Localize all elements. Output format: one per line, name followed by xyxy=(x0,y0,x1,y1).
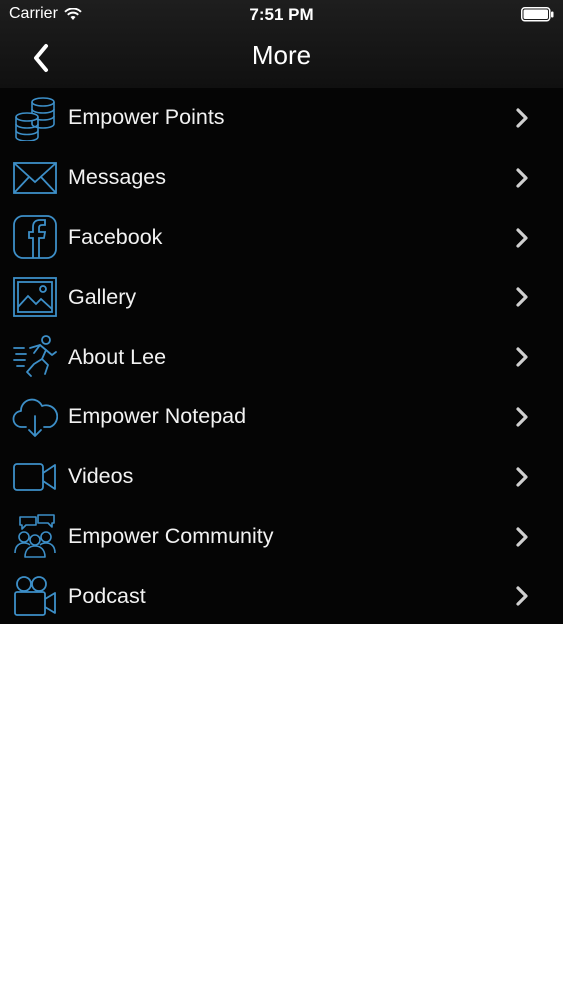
video-camera-icon xyxy=(12,454,58,500)
chevron-right-icon xyxy=(516,407,528,427)
header: Carrier 7:51 PM More xyxy=(0,0,563,88)
menu-item-label: Messages xyxy=(68,165,166,190)
chevron-right-icon xyxy=(516,467,528,487)
page-title: More xyxy=(251,40,312,70)
more-menu-list: Empower Points Messages Facebook Gallery… xyxy=(0,88,563,626)
menu-item-empower-notepad[interactable]: Empower Notepad xyxy=(0,387,563,447)
menu-item-label: Empower Notepad xyxy=(68,404,247,429)
more-screen: Carrier 7:51 PM More Empower Points Mess… xyxy=(0,0,563,624)
menu-item-facebook[interactable]: Facebook xyxy=(0,208,563,268)
coins-stack-icon xyxy=(12,95,58,141)
menu-item-label: Empower Points xyxy=(68,105,225,130)
chevron-right-icon xyxy=(516,108,528,128)
running-person-icon xyxy=(12,334,58,380)
cloud-download-icon xyxy=(12,394,58,440)
menu-item-empower-points[interactable]: Empower Points xyxy=(0,88,563,148)
menu-item-empower-community[interactable]: Empower Community xyxy=(0,507,563,567)
nav-bar: More xyxy=(0,30,563,88)
chevron-right-icon xyxy=(516,168,528,188)
menu-item-label: Gallery xyxy=(68,284,137,309)
menu-item-about-lee[interactable]: About Lee xyxy=(0,327,563,387)
menu-item-gallery[interactable]: Gallery xyxy=(0,267,563,327)
chevron-right-icon xyxy=(516,227,528,248)
menu-item-messages[interactable]: Messages xyxy=(0,148,563,208)
image-icon xyxy=(12,274,58,320)
battery-icon xyxy=(521,7,554,22)
status-bar: Carrier 7:51 PM xyxy=(0,0,563,30)
chevron-right-icon xyxy=(516,347,528,367)
menu-item-label: Facebook xyxy=(68,224,163,249)
menu-item-label: Empower Community xyxy=(68,523,274,548)
chevron-right-icon xyxy=(516,586,528,606)
facebook-icon xyxy=(12,214,58,260)
community-icon xyxy=(12,513,58,559)
chevron-right-icon xyxy=(516,526,528,547)
menu-item-label: Videos xyxy=(68,464,134,489)
menu-item-label: About Lee xyxy=(68,344,167,369)
menu-item-podcast[interactable]: Podcast xyxy=(0,566,563,626)
envelope-icon xyxy=(12,155,58,201)
clock: 7:51 PM xyxy=(249,5,314,24)
movie-camera-icon xyxy=(12,573,58,619)
chevron-right-icon xyxy=(516,287,528,307)
menu-item-videos[interactable]: Videos xyxy=(0,447,563,507)
menu-item-label: Podcast xyxy=(68,583,146,608)
